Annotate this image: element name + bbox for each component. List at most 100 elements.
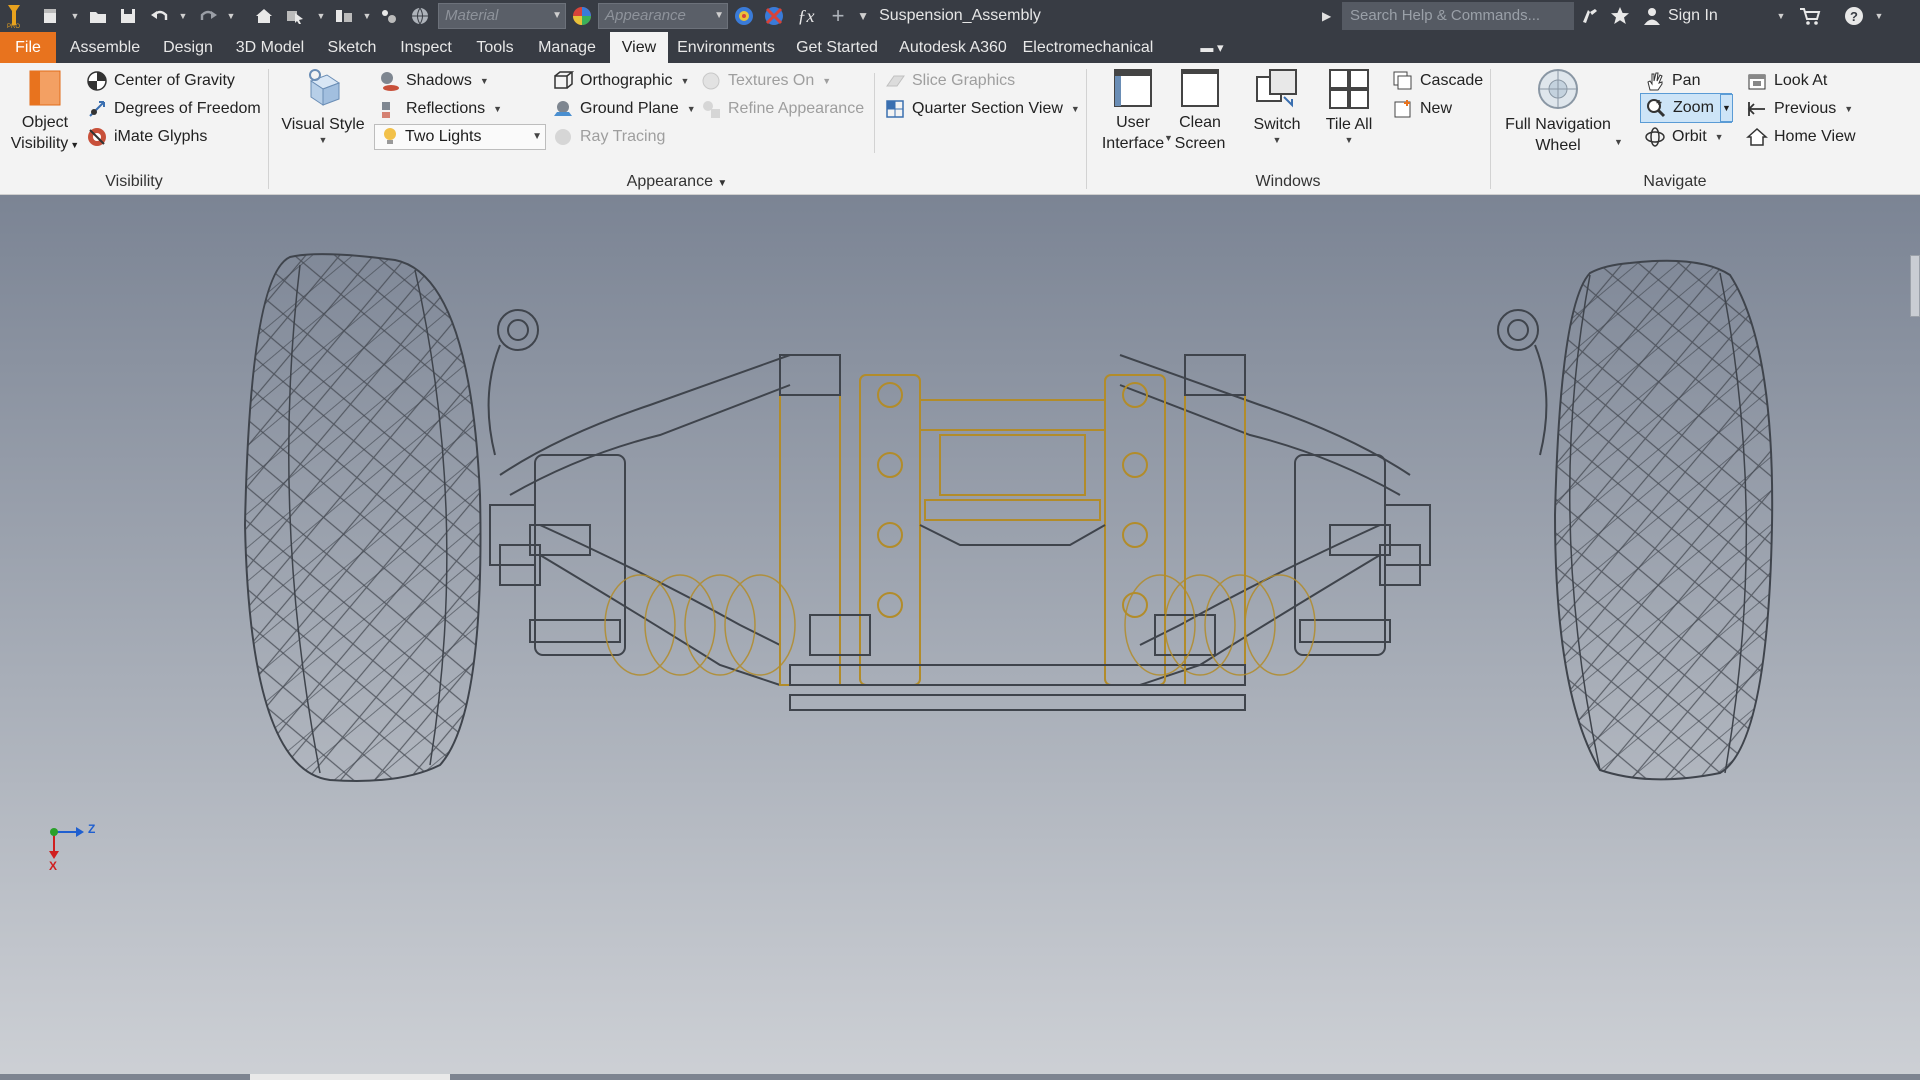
- ground-plane-icon: [552, 98, 574, 120]
- pan-hand-icon: [1644, 70, 1666, 92]
- favorites-icon[interactable]: [1608, 4, 1632, 28]
- help-icon[interactable]: ?: [1842, 4, 1866, 28]
- shadows-button[interactable]: Shadows ▼: [378, 67, 489, 95]
- left-wheel[interactable]: [243, 253, 482, 782]
- refine-appearance-button[interactable]: Refine Appearance: [700, 95, 864, 123]
- redo-dropdown-icon[interactable]: ▼: [226, 4, 236, 28]
- ray-tracing-button[interactable]: Ray Tracing: [552, 123, 665, 151]
- quarter-section-view-button[interactable]: Quarter Section View ▼: [884, 95, 1080, 123]
- ground-plane-button[interactable]: Ground Plane ▼: [552, 95, 696, 123]
- select-icon[interactable]: [284, 4, 308, 28]
- globe-icon[interactable]: [408, 4, 432, 28]
- new-window-button[interactable]: New: [1392, 95, 1452, 123]
- hub-uprights[interactable]: [489, 454, 1431, 656]
- zoom-dropdown-icon[interactable]: ▼: [1720, 94, 1733, 122]
- tab-inspect[interactable]: Inspect: [392, 32, 460, 63]
- appearance-select[interactable]: Appearance ▼: [598, 3, 728, 29]
- help-dropdown-icon[interactable]: ▼: [1874, 4, 1884, 28]
- redo-icon[interactable]: [196, 4, 220, 28]
- tab-autodesk-a360[interactable]: Autodesk A360: [896, 32, 1010, 63]
- clear-appearance-icon[interactable]: [762, 4, 786, 28]
- measure-dropdown-icon[interactable]: ▼: [362, 4, 372, 28]
- switch-button[interactable]: Switch ▼: [1246, 67, 1308, 145]
- search-input[interactable]: Search Help & Commands...: [1342, 2, 1574, 30]
- graphics-viewport[interactable]: Z X: [0, 195, 1920, 1080]
- search-expand-icon[interactable]: ▶: [1322, 0, 1331, 32]
- pan-button[interactable]: Pan: [1644, 67, 1700, 95]
- sign-in-link[interactable]: Sign In: [1668, 0, 1718, 32]
- cascade-button[interactable]: Cascade: [1392, 67, 1483, 95]
- save-icon[interactable]: [116, 4, 140, 28]
- lower-control-arms[interactable]: [499, 524, 1421, 686]
- clean-screen-button[interactable]: Clean Screen: [1172, 67, 1228, 154]
- object-visibility-button[interactable]: Object Visibility ▼: [8, 67, 82, 156]
- orbit-icon: [1644, 126, 1666, 148]
- visual-style-icon: [309, 69, 341, 106]
- degrees-of-freedom-button[interactable]: Degrees of Freedom: [86, 95, 261, 123]
- right-wheel[interactable]: [1553, 259, 1774, 781]
- imate-glyphs-button[interactable]: iMate Glyphs: [86, 123, 207, 151]
- tab-assemble[interactable]: Assemble: [62, 32, 148, 63]
- upper-control-arms[interactable]: [487, 309, 1548, 496]
- navigation-wheel-dropdown-icon[interactable]: ▼: [1614, 137, 1623, 147]
- horizontal-scrollbar-thumb[interactable]: [250, 1074, 450, 1080]
- color-icon[interactable]: [570, 4, 594, 28]
- tab-view[interactable]: View: [610, 32, 668, 63]
- open-icon[interactable]: [86, 4, 110, 28]
- tab-3d-model[interactable]: 3D Model: [228, 32, 312, 63]
- tab-get-started[interactable]: Get Started: [784, 32, 890, 63]
- tab-environments[interactable]: Environments: [674, 32, 778, 63]
- visual-style-button[interactable]: Visual Style ▼: [278, 67, 368, 145]
- clean-screen-icon: [1181, 69, 1219, 107]
- slice-graphics-button[interactable]: Slice Graphics: [884, 67, 1015, 95]
- material-select[interactable]: Material ▼: [438, 3, 566, 29]
- function-icon[interactable]: ƒx: [794, 4, 818, 28]
- inventor-logo-icon[interactable]: PRO: [2, 4, 26, 29]
- look-at-button[interactable]: Look At: [1746, 67, 1827, 95]
- tab-manage[interactable]: Manage: [530, 32, 604, 63]
- home-icon[interactable]: [252, 4, 276, 28]
- user-interface-button[interactable]: User Interface: [1098, 67, 1168, 154]
- central-frame[interactable]: [779, 374, 1246, 686]
- tab-sketch[interactable]: Sketch: [318, 32, 386, 63]
- reflections-button[interactable]: Reflections ▼: [378, 95, 502, 123]
- suspension-wireframe-model[interactable]: [0, 195, 1920, 1080]
- home-view-button[interactable]: Home View: [1746, 123, 1856, 151]
- orthographic-button[interactable]: Orthographic ▼: [552, 67, 689, 95]
- lighting-select[interactable]: Two Lights ▼: [374, 124, 546, 150]
- tab-tools[interactable]: Tools: [466, 32, 524, 63]
- center-chassis[interactable]: [779, 354, 1246, 711]
- panel-options-icon[interactable]: ▬ ▾: [1192, 32, 1232, 63]
- tab-design[interactable]: Design: [154, 32, 222, 63]
- select-dropdown-icon[interactable]: ▼: [316, 4, 326, 28]
- tile-all-button[interactable]: Tile All ▼: [1318, 67, 1380, 145]
- zoom-button[interactable]: Zoom: [1640, 93, 1732, 123]
- measure-icon[interactable]: [332, 4, 356, 28]
- textures-on-button[interactable]: Textures On ▼: [700, 67, 831, 95]
- new-dropdown-icon[interactable]: ▼: [70, 4, 80, 28]
- degrees-of-freedom-icon: [86, 98, 108, 120]
- cart-icon[interactable]: [1798, 4, 1822, 28]
- switch-icon: [1256, 69, 1297, 108]
- ray-tracing-icon: [552, 126, 574, 148]
- previous-view-button[interactable]: Previous ▼: [1746, 95, 1853, 123]
- user-icon[interactable]: [1640, 4, 1664, 28]
- user-interface-icon: [1114, 69, 1152, 107]
- tab-file[interactable]: File: [0, 32, 56, 63]
- constraint-icon[interactable]: [376, 4, 400, 28]
- new-icon[interactable]: [38, 4, 62, 28]
- refine-appearance-icon: [700, 98, 722, 120]
- adjust-appearance-icon[interactable]: [732, 4, 756, 28]
- center-of-gravity-button[interactable]: Center of Gravity: [86, 67, 235, 95]
- undo-dropdown-icon[interactable]: ▼: [178, 4, 188, 28]
- title-bar: PRO ▼ ▼ ▼ ▼ ▼ Material ▼ Appearance ▼ ƒx…: [0, 0, 1920, 32]
- full-navigation-wheel-button[interactable]: Full Navigation Wheel: [1500, 67, 1616, 156]
- undo-icon[interactable]: [148, 4, 172, 28]
- binoculars-icon[interactable]: [1578, 4, 1602, 28]
- tab-electromechanical[interactable]: Electromechanical: [1016, 32, 1160, 63]
- visibility-panel-title: Visibility: [105, 173, 163, 190]
- vertical-scrollbar-thumb[interactable]: [1910, 255, 1920, 317]
- orbit-button[interactable]: Orbit ▼: [1644, 123, 1724, 151]
- appearance-panel-title[interactable]: Appearance ▼: [560, 171, 794, 193]
- sign-in-dropdown-icon[interactable]: ▼: [1776, 4, 1786, 28]
